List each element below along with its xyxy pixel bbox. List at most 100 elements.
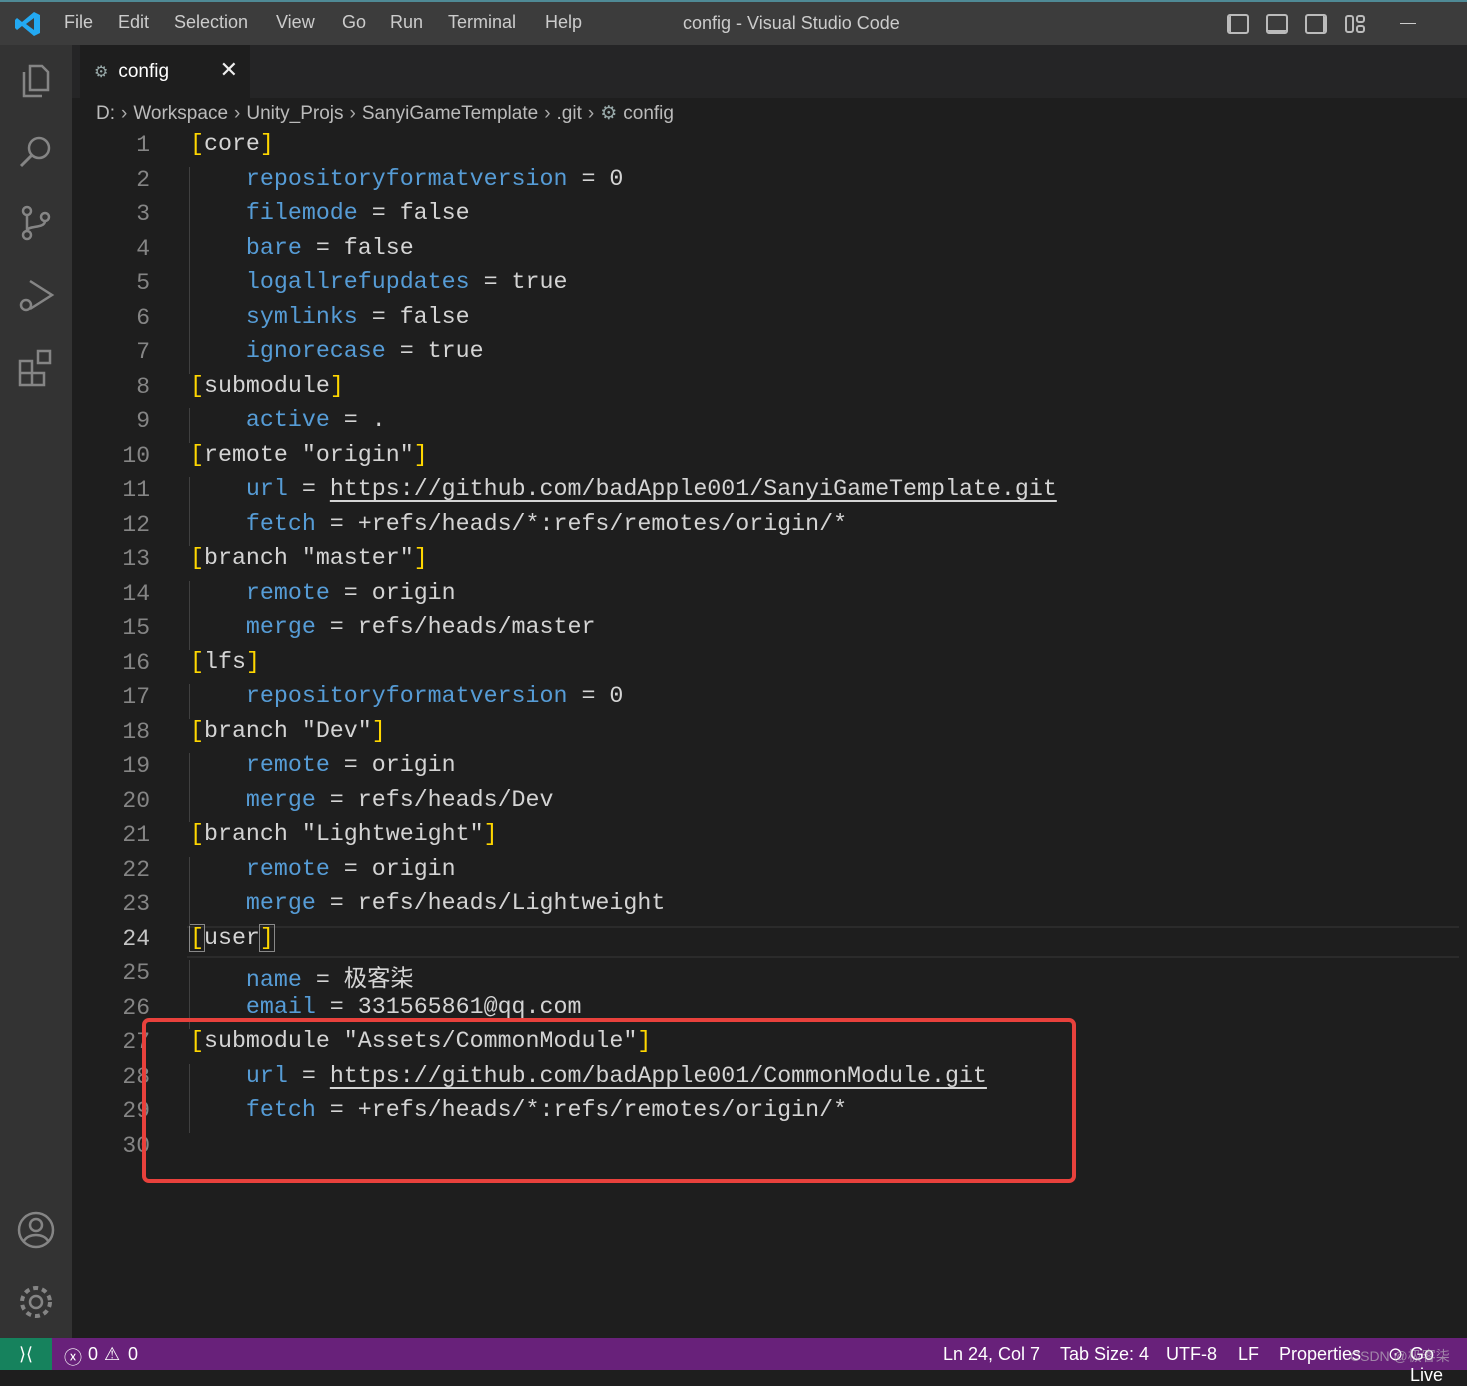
end-of-line[interactable]: LF bbox=[1238, 1344, 1259, 1365]
code-line: merge = refs/heads/Dev bbox=[190, 787, 554, 813]
section-bracket: [ bbox=[190, 648, 204, 675]
code-line: [remote "origin"] bbox=[190, 442, 428, 468]
code-text: = true bbox=[385, 338, 484, 364]
code-line: ignorecase = true bbox=[190, 338, 484, 364]
menu-selection[interactable]: Selection bbox=[174, 12, 248, 33]
chevron-right-icon: › bbox=[121, 102, 128, 124]
config-key: merge bbox=[245, 614, 316, 640]
indent-guide bbox=[189, 753, 190, 822]
breadcrumb-unity-projs[interactable]: Unity_Projs bbox=[246, 103, 343, 125]
config-key: merge bbox=[245, 890, 316, 916]
status-bar: ⟩⟨ ⓧ 0 ⚠ 0 Ln 24, Col 7 Tab Size: 4 UTF-… bbox=[0, 1338, 1467, 1385]
code-text: branch "master" bbox=[203, 545, 414, 571]
code-text: user bbox=[203, 924, 260, 951]
line-number: 26 bbox=[122, 994, 150, 1021]
errors-icon[interactable]: ⓧ bbox=[64, 1344, 82, 1370]
section-bracket: [ bbox=[190, 545, 204, 571]
error-count[interactable]: 0 bbox=[88, 1344, 98, 1365]
indent-guide bbox=[189, 684, 190, 719]
config-key: remote bbox=[245, 855, 330, 882]
code-line: filemode = false bbox=[190, 200, 470, 226]
settings-gear-icon[interactable] bbox=[16, 1282, 56, 1322]
line-number: 19 bbox=[122, 753, 150, 779]
chevron-right-icon: › bbox=[349, 102, 356, 124]
tab-config[interactable]: ⚙ config ✕ bbox=[80, 45, 250, 98]
breadcrumb-git[interactable]: .git bbox=[557, 103, 582, 125]
code-text: = refs/heads/master bbox=[315, 614, 596, 640]
breadcrumb-file[interactable]: config bbox=[623, 103, 674, 125]
remote-indicator-icon[interactable]: ⟩⟨ bbox=[0, 1338, 52, 1370]
breadcrumb-drive[interactable]: D: bbox=[96, 103, 115, 125]
config-key: url bbox=[245, 476, 288, 502]
warning-count[interactable]: 0 bbox=[128, 1344, 138, 1365]
code-line: logallrefupdates = true bbox=[190, 269, 568, 295]
line-number: 12 bbox=[122, 511, 150, 538]
code-line: merge = refs/heads/Lightweight bbox=[190, 890, 665, 916]
code-text: = bbox=[287, 476, 330, 502]
menu-file[interactable]: File bbox=[64, 12, 93, 33]
breadcrumb-project[interactable]: SanyiGameTemplate bbox=[362, 103, 538, 125]
breadcrumb-workspace[interactable]: Workspace bbox=[133, 103, 228, 125]
line-number: 20 bbox=[122, 787, 150, 814]
section-bracket: ] bbox=[413, 545, 428, 571]
code-line: url = https://github.com/badApple001/San… bbox=[190, 476, 1057, 502]
config-key: active bbox=[245, 407, 330, 433]
customize-layout-icon[interactable] bbox=[1345, 14, 1367, 34]
code-line: [lfs] bbox=[190, 649, 260, 675]
config-key: email bbox=[245, 993, 316, 1020]
code-text: = . bbox=[329, 407, 386, 433]
source-control-icon[interactable] bbox=[16, 203, 56, 243]
code-text: = 极客柒 bbox=[301, 967, 414, 993]
chevron-right-icon: › bbox=[587, 102, 595, 124]
tab-size[interactable]: Tab Size: 4 bbox=[1060, 1344, 1149, 1365]
code-text: = false bbox=[357, 303, 470, 330]
section-bracket: [ bbox=[190, 372, 204, 399]
title-bar: File Edit Selection View Go Run Terminal… bbox=[0, 0, 1467, 45]
toggle-sidebar-icon[interactable] bbox=[1227, 14, 1249, 34]
encoding[interactable]: UTF-8 bbox=[1166, 1344, 1217, 1365]
toggle-secondary-sidebar-icon[interactable] bbox=[1305, 14, 1327, 34]
code-text: = false bbox=[301, 234, 414, 261]
line-number: 13 bbox=[122, 546, 150, 572]
menu-edit[interactable]: Edit bbox=[118, 12, 149, 33]
warning-icon[interactable]: ⚠ bbox=[104, 1344, 120, 1365]
language-mode[interactable]: Properties bbox=[1279, 1344, 1361, 1365]
url-link[interactable]: https://github.com/badApple001/SanyiGame… bbox=[330, 476, 1057, 502]
run-debug-icon[interactable] bbox=[16, 275, 56, 315]
menu-help[interactable]: Help bbox=[545, 12, 582, 33]
code-text: = 331565861@qq.com bbox=[315, 993, 582, 1020]
menu-go[interactable]: Go bbox=[342, 12, 366, 33]
menu-terminal[interactable]: Terminal bbox=[448, 12, 516, 33]
code-text: = origin bbox=[329, 855, 456, 882]
extensions-icon[interactable] bbox=[16, 347, 56, 387]
search-icon[interactable] bbox=[16, 132, 56, 172]
code-text: lfs bbox=[203, 648, 246, 675]
menu-view[interactable]: View bbox=[276, 12, 315, 33]
code-line: remote = origin bbox=[190, 580, 456, 606]
account-icon[interactable] bbox=[16, 1210, 56, 1250]
highlight-annotation-box bbox=[142, 1018, 1076, 1183]
code-text: = false bbox=[357, 200, 470, 226]
code-text: branch "Lightweight" bbox=[203, 821, 484, 847]
gear-icon: ⚙ bbox=[94, 63, 109, 81]
cursor-position[interactable]: Ln 24, Col 7 bbox=[943, 1344, 1040, 1365]
code-text: = origin bbox=[329, 579, 456, 606]
minimize-icon[interactable] bbox=[1400, 23, 1416, 24]
activity-bar bbox=[0, 45, 72, 1338]
code-line: [branch "Dev"] bbox=[190, 718, 386, 744]
config-key: filemode bbox=[245, 200, 358, 226]
indent-guide bbox=[189, 580, 190, 650]
config-key: repositoryformatversion bbox=[245, 165, 568, 192]
close-icon[interactable]: ✕ bbox=[220, 57, 238, 83]
menu-run[interactable]: Run bbox=[390, 12, 423, 33]
code-text: branch "Dev" bbox=[203, 717, 372, 744]
explorer-icon[interactable] bbox=[16, 60, 56, 100]
line-number: 15 bbox=[122, 615, 150, 641]
code-text: = refs/heads/Dev bbox=[315, 786, 554, 813]
indent-guide bbox=[189, 856, 190, 926]
toggle-panel-icon[interactable] bbox=[1266, 14, 1288, 34]
